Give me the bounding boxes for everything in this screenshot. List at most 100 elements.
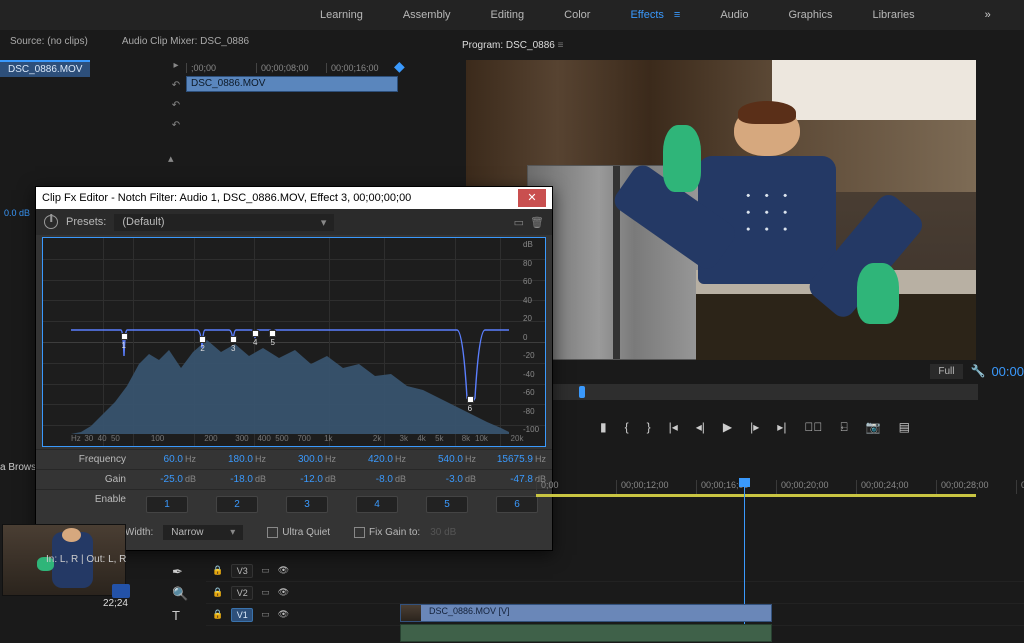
extract-icon[interactable]: ⍇ (840, 420, 847, 435)
program-panel-tab[interactable]: Program: DSC_0886 (462, 40, 563, 51)
zoom-full-dropdown[interactable]: Full (930, 364, 962, 379)
step-fwd-icon[interactable]: |▸ (750, 420, 759, 435)
work-area-bar[interactable] (536, 494, 976, 497)
mini-play-icon[interactable]: ▸ (168, 60, 184, 80)
add-marker-icon[interactable]: ▮ (600, 420, 607, 435)
eq-node-5[interactable] (269, 330, 276, 337)
source-time-ruler[interactable]: ;00;00 00;00;08;00 00;00;16;00 (186, 60, 426, 76)
type-tool-icon[interactable]: T (172, 608, 188, 623)
gain-6[interactable]: -47.8 (510, 474, 533, 485)
timeline-tools: ✒ 🔍 T (172, 564, 188, 623)
eq-node-1[interactable] (121, 333, 128, 340)
program-scrubber-knob[interactable] (579, 386, 585, 398)
eye-icon[interactable]: 👁 (278, 587, 289, 598)
program-timecode[interactable]: 00:00 (991, 364, 1024, 379)
enable-6[interactable]: 6 (496, 496, 538, 513)
freq-6[interactable]: 15675.9 (497, 454, 533, 465)
comparison-icon[interactable]: ▤ (899, 420, 910, 435)
freq-2[interactable]: 180.0 (228, 454, 253, 465)
track-header-v3[interactable]: 🔒 V3 ▭ 👁 (206, 560, 1024, 582)
fix-gain-checkbox[interactable] (354, 527, 365, 538)
project-thumbnail[interactable]: 22;24 (2, 524, 132, 620)
source-mini-timeline: DSC_0886.MOV ▸ ↶ ↶ ↶ ;00;00 00;00;08;00 … (0, 60, 450, 180)
lock-icon[interactable]: 🔒 (212, 565, 223, 576)
ws-audio[interactable]: Audio (720, 9, 748, 21)
lock-icon[interactable]: 🔒 (212, 587, 223, 598)
eq-node-2[interactable] (199, 336, 206, 343)
fx-power-icon[interactable] (44, 215, 58, 229)
step-back-icon[interactable]: ◂| (696, 420, 705, 435)
mini-collapse-icon[interactable]: ▴ (168, 152, 174, 165)
gain-2[interactable]: -18.0 (230, 474, 253, 485)
gain-3[interactable]: -12.0 (300, 474, 323, 485)
freq-4[interactable]: 420.0 (368, 454, 393, 465)
ws-color[interactable]: Color (564, 9, 590, 21)
audio-clip-mixer-tab[interactable]: Audio Clip Mixer: DSC_0886 (122, 36, 249, 47)
track-target-v1[interactable]: V1 (231, 608, 253, 622)
track-header-v2[interactable]: 🔒 V2 ▭ 👁 (206, 582, 1024, 604)
fx-window-title: Clip Fx Editor - Notch Filter: Audio 1, … (42, 192, 411, 204)
ws-overflow-icon[interactable]: » (985, 9, 991, 21)
pen-tool-icon[interactable]: ✒ (172, 564, 188, 580)
eye-icon[interactable]: 👁 (278, 609, 289, 620)
enable-1[interactable]: 1 (146, 496, 188, 513)
source-playhead-icon[interactable]: ◆ (394, 58, 405, 75)
enable-3[interactable]: 3 (286, 496, 328, 513)
gain-5[interactable]: -3.0 (446, 474, 463, 485)
notch-width-dropdown[interactable]: Narrow (163, 525, 243, 540)
freq-5[interactable]: 540.0 (438, 454, 463, 465)
eq-x-axis: Hz3040501002003004005007001k2k3k4k5k8k10… (71, 434, 515, 446)
freq-3[interactable]: 300.0 (298, 454, 323, 465)
source-panel-tab[interactable]: Source: (no clips) (10, 36, 88, 47)
eye-icon[interactable]: 👁 (278, 565, 289, 576)
source-clip-bar[interactable]: DSC_0886.MOV (186, 76, 398, 92)
sequence-ruler[interactable]: 0;0000;00;12;00 00;00;16;0000;00;20;00 0… (536, 480, 1024, 494)
gain-1[interactable]: -25.0 (160, 474, 183, 485)
freq-1[interactable]: 60.0 (164, 454, 183, 465)
presets-dropdown[interactable]: (Default) (114, 214, 334, 231)
ultra-quiet-checkbox[interactable] (267, 527, 278, 538)
track-target-v2[interactable]: V2 (231, 586, 253, 600)
fx-window-titlebar[interactable]: Clip Fx Editor - Notch Filter: Audio 1, … (36, 187, 552, 209)
ws-assembly[interactable]: Assembly (403, 9, 451, 21)
mini-undo-icon[interactable]: ↶ (168, 80, 184, 100)
track-target-v3[interactable]: V3 (231, 564, 253, 578)
in-out-label: In: L, R | Out: L, R (46, 554, 126, 565)
preset-delete-icon[interactable]: 🗑 (530, 216, 544, 229)
ws-effects-menu-icon[interactable]: ≡ (674, 9, 680, 21)
zoom-tool-icon[interactable]: 🔍 (172, 586, 188, 602)
eq-graph[interactable]: dB8060 40200 -20-40-60 -80-100 Hz3040501… (42, 237, 546, 447)
go-to-out-icon[interactable]: ▸| (777, 420, 786, 435)
eq-node-3[interactable] (230, 336, 237, 343)
play-icon[interactable]: ▶ (723, 420, 732, 435)
enable-5[interactable]: 5 (426, 496, 468, 513)
mini-undo-icon-2[interactable]: ↶ (168, 100, 184, 120)
eq-node-6[interactable] (467, 396, 474, 403)
mini-undo-icon-3[interactable]: ↶ (168, 120, 184, 140)
ws-effects[interactable]: Effects (630, 9, 663, 21)
lift-icon[interactable]: �⃞ (804, 420, 822, 435)
sequence-audio-clip[interactable] (400, 624, 772, 642)
ws-editing[interactable]: Editing (491, 9, 525, 21)
eq-node-4[interactable] (252, 330, 259, 337)
source-clip-tab[interactable]: DSC_0886.MOV (0, 60, 90, 77)
ws-libraries[interactable]: Libraries (872, 9, 914, 21)
close-icon[interactable]: ✕ (518, 189, 546, 207)
lock-icon[interactable]: 🔒 (212, 609, 223, 620)
mark-in-icon[interactable]: { (625, 420, 629, 435)
sequence-video-clip[interactable]: DSC_0886.MOV [V] (400, 604, 772, 622)
preset-save-icon[interactable]: ▭ (514, 216, 524, 229)
eq-curve (71, 238, 509, 447)
go-to-in-icon[interactable]: |◂ (669, 420, 678, 435)
gain-4[interactable]: -8.0 (376, 474, 393, 485)
ws-learning[interactable]: Learning (320, 9, 363, 21)
enable-4[interactable]: 4 (356, 496, 398, 513)
track-strip-icon[interactable]: ▭ (261, 587, 270, 598)
track-strip-icon[interactable]: ▭ (261, 609, 270, 620)
track-strip-icon[interactable]: ▭ (261, 565, 270, 576)
export-frame-icon[interactable]: 📷 (866, 420, 881, 435)
settings-wrench-icon[interactable]: 🔧 (971, 364, 986, 378)
mark-out-icon[interactable]: } (647, 420, 651, 435)
ws-graphics[interactable]: Graphics (788, 9, 832, 21)
enable-2[interactable]: 2 (216, 496, 258, 513)
